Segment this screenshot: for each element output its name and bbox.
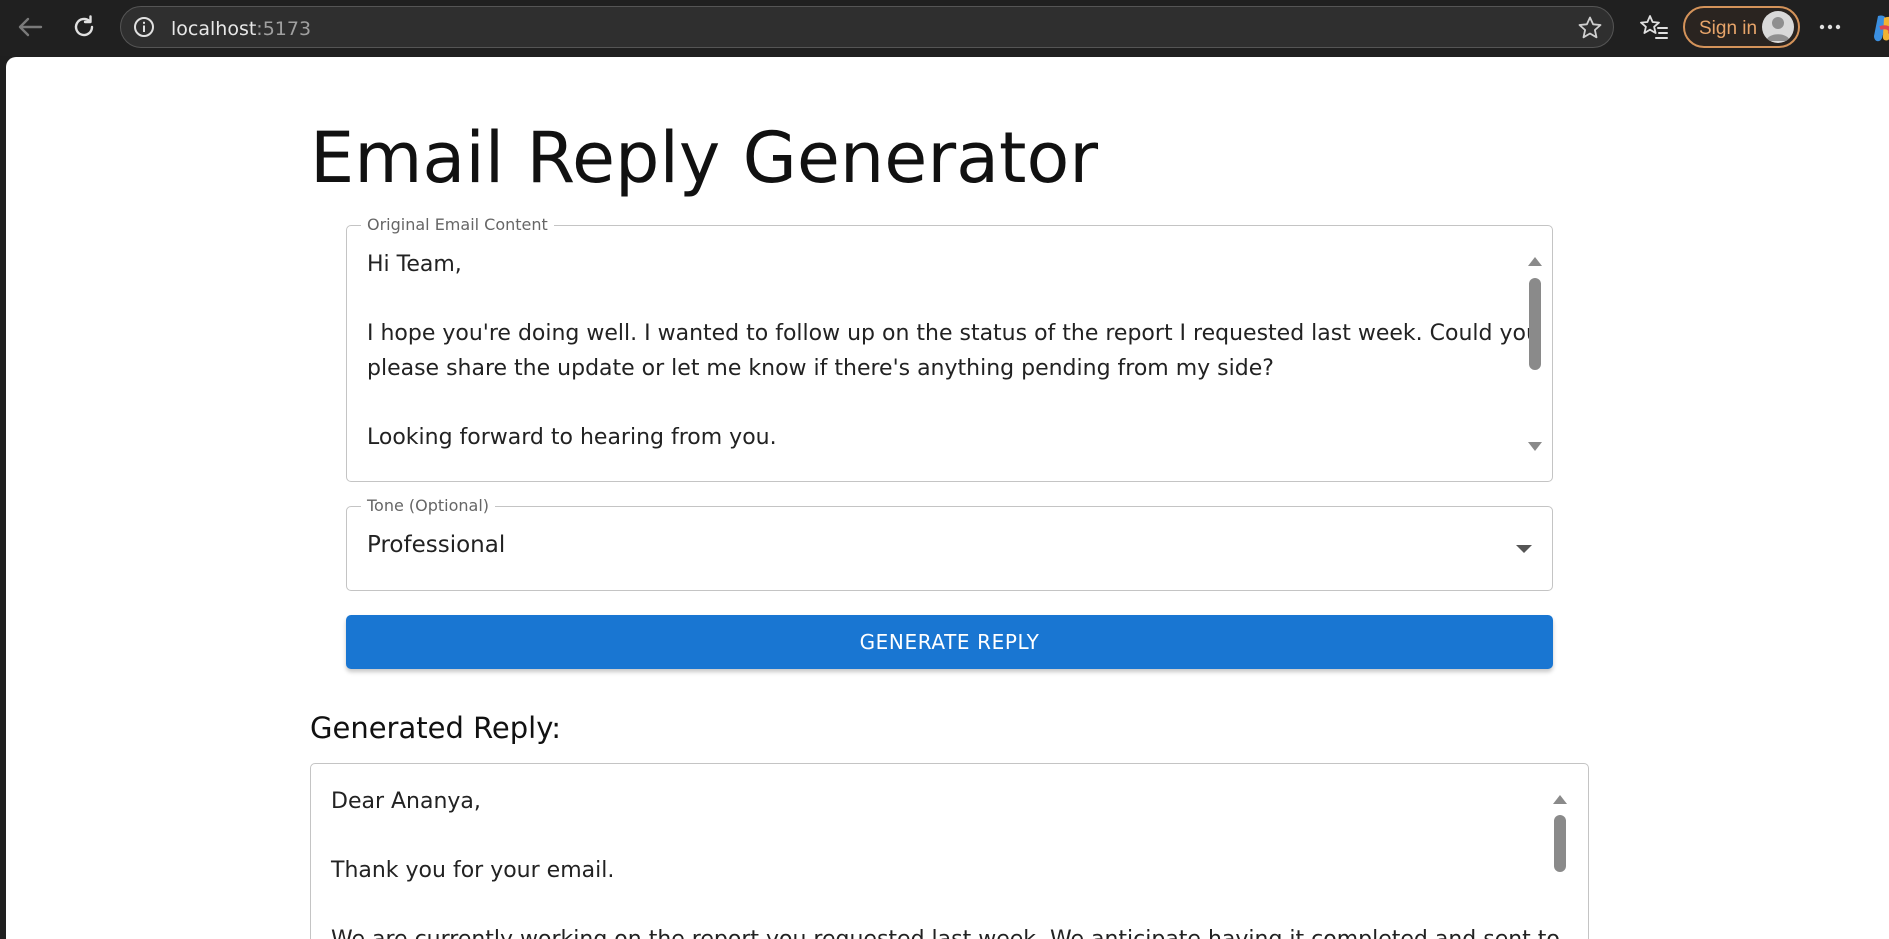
reply-line: Dear Ananya, — [331, 789, 481, 814]
generated-reply-field[interactable]: Dear Ananya, Thank you for your email. W… — [310, 763, 1589, 939]
url-text[interactable]: localhost:5173 — [171, 18, 311, 40]
scroll-down-icon[interactable] — [1528, 442, 1542, 451]
generated-reply-heading: Generated Reply: — [310, 711, 562, 745]
email-line: Looking forward to hearing from you. — [367, 424, 777, 450]
reload-icon — [74, 15, 94, 37]
tone-selected-value: Professional — [367, 532, 506, 558]
scroll-up-icon[interactable] — [1528, 257, 1542, 266]
original-email-field[interactable]: Original Email Content Hi Team, I hope y… — [346, 215, 1553, 482]
site-info-icon[interactable] — [133, 16, 155, 38]
email-line: Hi Team, — [367, 252, 462, 277]
scroll-up-icon[interactable] — [1553, 795, 1567, 804]
address-bar[interactable]: localhost:5173 — [120, 6, 1614, 48]
email-line: please share the update or let me know i… — [367, 355, 1274, 381]
page-title: Email Reply Generator — [310, 117, 1099, 199]
avatar-icon — [1762, 11, 1794, 43]
reply-line — [331, 889, 1588, 924]
generate-reply-button[interactable]: GENERATE REPLY — [346, 615, 1553, 669]
email-line — [367, 386, 1527, 421]
favorites-icon[interactable] — [1638, 12, 1670, 44]
original-email-label: Original Email Content — [361, 215, 554, 235]
url-host: localhost — [171, 18, 257, 40]
email-scrollbar-thumb[interactable] — [1529, 278, 1541, 370]
back-arrow-icon — [18, 17, 43, 37]
email-line: I hope you're doing well. I wanted to fo… — [367, 321, 1540, 346]
reload-button[interactable] — [66, 10, 102, 44]
reply-line: We are currently working on the report y… — [331, 923, 1588, 939]
sign-in-button[interactable]: Sign in — [1683, 6, 1800, 48]
reply-scrollbar-thumb[interactable] — [1554, 815, 1566, 872]
tone-label: Tone (Optional) — [361, 496, 496, 516]
reply-line — [331, 820, 1588, 855]
original-email-text[interactable]: Hi Team, I hope you're doing well. I wan… — [367, 248, 1540, 455]
star-icon[interactable] — [1577, 15, 1603, 41]
copilot-icon[interactable] — [1870, 12, 1889, 44]
sign-in-label: Sign in — [1699, 18, 1758, 39]
tone-select[interactable]: Tone (Optional) Professional — [346, 496, 1553, 591]
reply-line: Thank you for your email. — [331, 858, 615, 883]
browser-toolbar: localhost:5173 Sign in — [0, 0, 1889, 56]
dropdown-caret-icon[interactable] — [1516, 545, 1532, 553]
back-button[interactable] — [12, 10, 48, 44]
page-viewport: Email Reply Generator Original Email Con… — [6, 57, 1889, 939]
email-line — [367, 283, 1527, 318]
url-port: :5173 — [256, 18, 312, 40]
more-icon[interactable] — [1813, 12, 1847, 42]
generated-reply-text[interactable]: Dear Ananya, Thank you for your email. W… — [331, 785, 1588, 939]
